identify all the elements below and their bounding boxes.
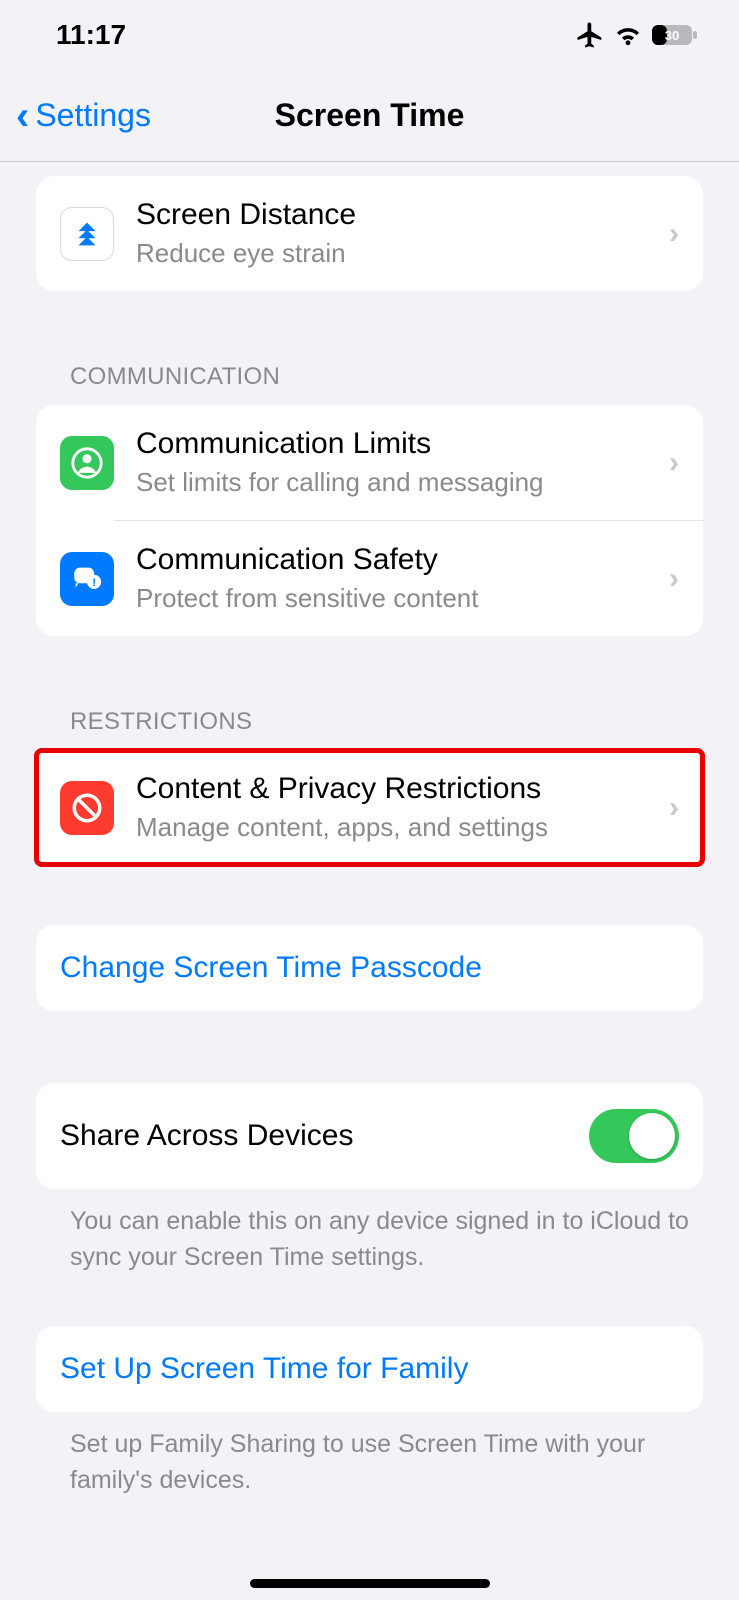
svg-text:!: ! bbox=[92, 577, 96, 589]
back-label: Settings bbox=[35, 97, 151, 134]
screen-distance-icon bbox=[60, 207, 114, 261]
row-share-devices[interactable]: Share Across Devices bbox=[36, 1083, 703, 1189]
chevron-right-icon: › bbox=[669, 217, 679, 251]
group-family: Set Up Screen Time for Family bbox=[36, 1326, 703, 1412]
no-entry-icon bbox=[60, 781, 114, 835]
group-header-restrictions: RESTRICTIONS bbox=[0, 708, 739, 750]
back-button[interactable]: ‹ Settings bbox=[16, 96, 151, 136]
group-header-communication: COMMUNICATION bbox=[0, 363, 739, 405]
home-indicator[interactable] bbox=[250, 1579, 490, 1588]
family-footer: Set up Family Sharing to use Screen Time… bbox=[0, 1412, 739, 1499]
chevron-right-icon: › bbox=[669, 446, 679, 480]
row-title: Share Across Devices bbox=[60, 1119, 353, 1153]
group-communication: Communication Limits Set limits for call… bbox=[36, 405, 703, 636]
group-screen-distance: Screen Distance Reduce eye strain › bbox=[36, 176, 703, 291]
status-time: 11:17 bbox=[56, 19, 126, 51]
row-content-privacy[interactable]: Content & Privacy Restrictions Manage co… bbox=[36, 750, 703, 865]
chat-alert-icon: ! bbox=[60, 552, 114, 606]
row-screen-distance[interactable]: Screen Distance Reduce eye strain › bbox=[36, 176, 703, 291]
chevron-left-icon: ‹ bbox=[16, 96, 29, 136]
row-title: Screen Distance bbox=[136, 198, 647, 232]
wifi-icon bbox=[613, 23, 643, 47]
page-title: Screen Time bbox=[275, 97, 465, 134]
row-family-setup[interactable]: Set Up Screen Time for Family bbox=[36, 1326, 703, 1412]
share-devices-footer: You can enable this on any device signed… bbox=[0, 1189, 739, 1276]
status-bar: 11:17 30 bbox=[0, 0, 739, 70]
row-sub: Manage content, apps, and settings bbox=[136, 812, 647, 843]
row-title: Content & Privacy Restrictions bbox=[136, 772, 647, 806]
svg-text:30: 30 bbox=[665, 28, 679, 43]
link-label: Set Up Screen Time for Family bbox=[60, 1352, 468, 1386]
row-change-passcode[interactable]: Change Screen Time Passcode bbox=[36, 925, 703, 1011]
row-sub: Set limits for calling and messaging bbox=[136, 467, 647, 498]
share-devices-toggle[interactable] bbox=[589, 1109, 679, 1163]
link-label: Change Screen Time Passcode bbox=[60, 951, 482, 985]
chevron-right-icon: › bbox=[669, 791, 679, 825]
row-communication-safety[interactable]: ! Communication Safety Protect from sens… bbox=[36, 521, 703, 636]
row-title: Communication Limits bbox=[136, 427, 647, 461]
group-passcode: Change Screen Time Passcode bbox=[36, 925, 703, 1011]
airplane-mode-icon bbox=[575, 20, 605, 50]
nav-bar: ‹ Settings Screen Time bbox=[0, 70, 739, 162]
row-title: Communication Safety bbox=[136, 543, 647, 577]
group-restrictions: Content & Privacy Restrictions Manage co… bbox=[36, 750, 703, 865]
battery-icon: 30 bbox=[651, 23, 699, 47]
status-icons: 30 bbox=[575, 20, 699, 50]
group-share-devices: Share Across Devices bbox=[36, 1083, 703, 1189]
chevron-right-icon: › bbox=[669, 562, 679, 596]
row-sub: Reduce eye strain bbox=[136, 238, 647, 269]
row-sub: Protect from sensitive content bbox=[136, 583, 647, 614]
person-circle-icon bbox=[60, 436, 114, 490]
row-communication-limits[interactable]: Communication Limits Set limits for call… bbox=[36, 405, 703, 520]
